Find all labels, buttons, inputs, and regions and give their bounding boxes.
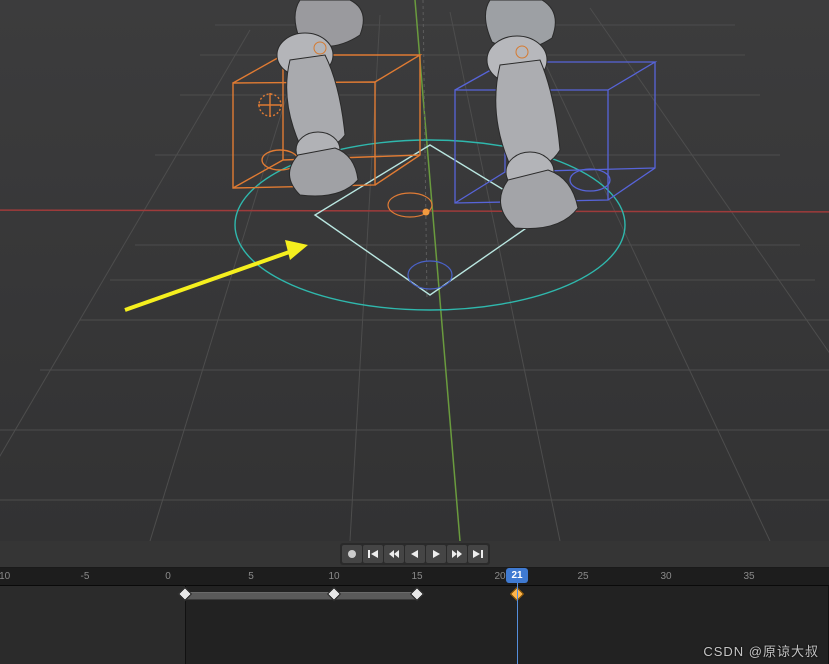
ruler-tick: -5 [81,568,90,586]
viewport-3d[interactable] [0,0,829,541]
axis-z [423,0,427,300]
ruler-tick: 25 [577,568,588,586]
ruler-tick: 0 [165,568,171,586]
viewport-render [0,0,829,541]
playhead[interactable]: 21 [517,568,518,664]
keyframe-row [0,586,829,606]
play-button[interactable] [426,545,446,563]
timeline-ruler[interactable]: -10 -5 0 5 10 15 20 25 30 35 [0,568,829,586]
keyframe-strip [185,592,417,600]
timeline-header [0,541,829,568]
foot-gizmo-right-small[interactable] [408,261,452,289]
jump-start-button[interactable] [363,545,383,563]
play-reverse-button[interactable] [405,545,425,563]
watermark: CSDN @原谅大叔 [703,641,819,660]
origin-point [423,209,430,216]
annotation-arrow [125,240,308,310]
playback-controls [340,543,490,565]
ruler-tick: -10 [0,568,10,586]
axis-y [415,0,460,541]
auto-key-toggle[interactable] [342,545,362,563]
grid-lines [0,8,829,541]
character-mesh [277,0,578,229]
prev-keyframe-button[interactable] [384,545,404,563]
next-keyframe-button[interactable] [447,545,467,563]
ruler-tick: 15 [411,568,422,586]
playhead-frame-label[interactable]: 21 [506,568,528,583]
ruler-tick: 5 [248,568,254,586]
axis-x [0,210,829,212]
ruler-tick: 20 [494,568,505,586]
ruler-tick: 30 [660,568,671,586]
ruler-tick: 35 [743,568,754,586]
ruler-tick: 10 [328,568,339,586]
jump-end-button[interactable] [468,545,488,563]
